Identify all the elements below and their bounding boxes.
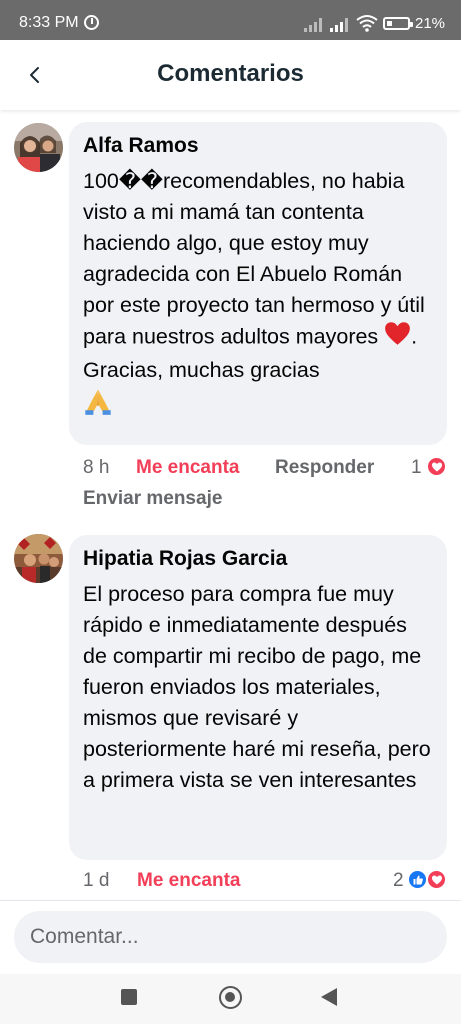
home-button[interactable] [219,986,242,1009]
header: Comentarios [0,40,461,110]
comment-time: 1 d [83,870,110,891]
reaction-count[interactable]: 1 [411,457,422,479]
page-title: Comentarios [157,60,304,87]
comment-bubble: Hipatia Rojas Garcia El proceso para com… [69,535,447,860]
comment-text-part: 100��recomendables, no habia visto a mi … [83,169,425,349]
battery-icon [383,17,413,30]
alarm-icon [84,15,99,30]
status-time: 8:33 PM [19,14,79,31]
battery-level: 21% [415,15,446,32]
reply-button[interactable]: Responder [275,457,374,479]
love-reaction-button[interactable]: Me encanta [136,457,239,479]
love-reaction-icon [427,457,446,476]
like-reaction-icon [408,870,427,889]
love-reaction-icon [427,870,446,889]
comment-input[interactable] [14,911,447,963]
avatar[interactable] [14,534,63,583]
wifi-icon [356,14,378,32]
comment-text: El proceso para compra fue muy rápido e … [83,582,431,792]
reaction-count[interactable]: 2 [393,870,404,892]
folded-hands-icon [83,386,113,425]
system-navigation-bar [0,974,461,1024]
signal-icon [330,17,350,32]
comment-actions: 1 d Me encanta [83,870,383,900]
comment-author[interactable]: Hipatia Rojas Garcia [83,546,435,572]
avatar[interactable] [14,123,63,172]
comment-time: 8 h [83,457,110,478]
status-bar: 8:33 PM 21% [0,0,461,40]
comment-actions: 8 h Me encanta Responder [83,457,443,487]
recent-apps-button[interactable] [121,989,137,1005]
comment-bubble: Alfa Ramos 100��recomendables, no habia … [69,122,447,445]
send-message-button[interactable]: Enviar mensaje [83,488,222,510]
system-back-button[interactable] [321,988,337,1006]
love-reaction-button[interactable]: Me encanta [137,870,240,892]
comment-composer [0,900,461,974]
red-heart-icon [384,321,411,355]
comment-author[interactable]: Alfa Ramos [83,133,435,159]
comment-text: 100��recomendables, no habia visto a mi … [83,166,435,425]
signal-icon [304,17,324,32]
